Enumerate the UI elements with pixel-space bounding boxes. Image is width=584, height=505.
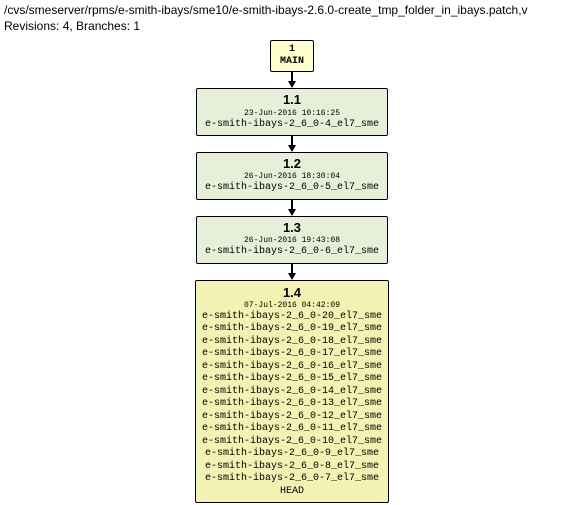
tag: e-smith-ibays-2_6_0-6_el7_sme: [205, 246, 379, 259]
revision-version: 1.1: [205, 92, 379, 108]
tag: e-smith-ibays-2_6_0-14_el7_sme: [202, 386, 382, 399]
branch-label: MAIN: [279, 56, 305, 68]
tag: e-smith-ibays-2_6_0-7_el7_sme: [202, 473, 382, 486]
revision-timestamp: 07-Jul-2016 04:42:09: [202, 301, 382, 311]
revision-timestamp: 23-Jun-2016 10:16:25: [205, 109, 379, 119]
tag: e-smith-ibays-2_6_0-4_el7_sme: [205, 119, 379, 132]
tag: e-smith-ibays-2_6_0-5_el7_sme: [205, 182, 379, 195]
revision-node: 1.2 26-Jun-2016 18:30:04 e-smith-ibays-2…: [196, 152, 388, 200]
revision-version: 1.2: [205, 156, 379, 172]
tag: e-smith-ibays-2_6_0-18_el7_sme: [202, 336, 382, 349]
revision-version: 1.3: [205, 220, 379, 236]
arrow-icon: [288, 209, 296, 216]
revision-tags: e-smith-ibays-2_6_0-4_el7_sme: [205, 119, 379, 132]
revision-node: 1.3 26-Jun-2016 19:43:08 e-smith-ibays-2…: [196, 216, 388, 264]
tag: e-smith-ibays-2_6_0-13_el7_sme: [202, 398, 382, 411]
repo-meta: Revisions: 4, Branches: 1: [4, 18, 580, 34]
tag: e-smith-ibays-2_6_0-16_el7_sme: [202, 361, 382, 374]
arrow-icon: [288, 81, 296, 88]
tag: e-smith-ibays-2_6_0-20_el7_sme: [202, 311, 382, 324]
arrow-icon: [288, 273, 296, 280]
tag: e-smith-ibays-2_6_0-17_el7_sme: [202, 348, 382, 361]
branch-index: 1: [279, 44, 305, 56]
revision-tags: e-smith-ibays-2_6_0-5_el7_sme: [205, 182, 379, 195]
tag: e-smith-ibays-2_6_0-15_el7_sme: [202, 373, 382, 386]
tag: e-smith-ibays-2_6_0-19_el7_sme: [202, 323, 382, 336]
tag: e-smith-ibays-2_6_0-9_el7_sme: [202, 448, 382, 461]
branch-main-node: 1 MAIN: [270, 40, 314, 72]
revision-node: 1.1 23-Jun-2016 10:16:25 e-smith-ibays-2…: [196, 88, 388, 136]
header: /cvs/smeserver/rpms/e-smith-ibays/sme10/…: [0, 0, 584, 40]
revision-version: 1.4: [202, 285, 382, 301]
repo-path: /cvs/smeserver/rpms/e-smith-ibays/sme10/…: [4, 2, 580, 18]
main-branch-stack: 1 MAIN 1.1 23-Jun-2016 10:16:25 e-smith-…: [195, 40, 389, 503]
revision-node-head: 1.4 07-Jul-2016 04:42:09 e-smith-ibays-2…: [195, 280, 389, 504]
tag: e-smith-ibays-2_6_0-11_el7_sme: [202, 423, 382, 436]
tag: HEAD: [202, 486, 382, 499]
revision-tags: e-smith-ibays-2_6_0-20_el7_sme e-smith-i…: [202, 311, 382, 499]
revision-tags: e-smith-ibays-2_6_0-6_el7_sme: [205, 246, 379, 259]
tag: e-smith-ibays-2_6_0-10_el7_sme: [202, 436, 382, 449]
revision-timestamp: 26-Jun-2016 19:43:08: [205, 236, 379, 246]
tag: e-smith-ibays-2_6_0-8_el7_sme: [202, 461, 382, 474]
arrow-icon: [288, 145, 296, 152]
revision-timestamp: 26-Jun-2016 18:30:04: [205, 172, 379, 182]
revision-graph: 1 MAIN 1.1 23-Jun-2016 10:16:25 e-smith-…: [10, 40, 574, 503]
tag: e-smith-ibays-2_6_0-12_el7_sme: [202, 411, 382, 424]
